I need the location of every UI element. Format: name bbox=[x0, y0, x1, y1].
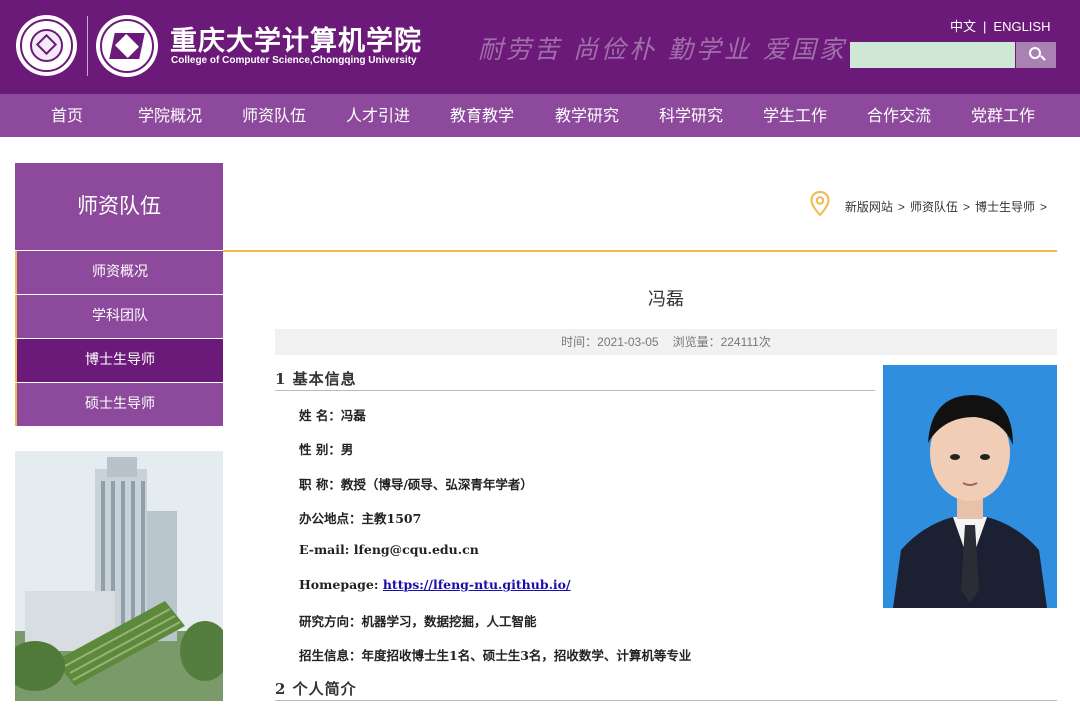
info-row-office: 办公地点：主教1507 bbox=[299, 508, 421, 527]
sidebar-item-overview[interactable]: 师资概况 bbox=[15, 251, 223, 294]
section-heading-profile: 2 个人简介 bbox=[275, 680, 357, 698]
nav-item-talent[interactable]: 人才引进 bbox=[333, 94, 423, 137]
breadcrumb-separator: > bbox=[897, 200, 905, 214]
college-name-cn: 重庆大学计算机学院 bbox=[170, 26, 422, 57]
breadcrumb-home[interactable]: 新版网站 bbox=[845, 200, 893, 214]
sidebar-title: 师资队伍 bbox=[15, 163, 223, 250]
section-underline bbox=[275, 390, 875, 391]
email-label: E-mail: bbox=[299, 542, 354, 557]
main-nav: 首页 学院概况 师资队伍 人才引进 教育教学 教学研究 科学研究 学生工作 合作… bbox=[0, 94, 1080, 137]
research-label: 研究方向： bbox=[299, 614, 362, 629]
info-row-recruit: 招生信息：年度招收博士生1名、硕士生3名，招收数学、计算机等专业 bbox=[299, 645, 691, 664]
info-row-name: 姓 名：冯磊 bbox=[299, 405, 366, 424]
recruit-label: 招生信息： bbox=[299, 648, 362, 663]
gender-label: 性 别： bbox=[299, 442, 341, 457]
name-value: 冯磊 bbox=[340, 408, 366, 423]
sidebar-item-master-supervisors[interactable]: 硕士生导师 bbox=[15, 383, 223, 426]
lang-en-link[interactable]: ENGLISH bbox=[993, 19, 1050, 34]
university-logo[interactable] bbox=[16, 15, 77, 76]
nav-item-students[interactable]: 学生工作 bbox=[750, 94, 840, 137]
sidebar-item-phd-supervisors[interactable]: 博士生导师 bbox=[15, 339, 223, 382]
section-heading-basic-info: 1 基本信息 bbox=[275, 370, 357, 388]
nav-item-home[interactable]: 首页 bbox=[22, 94, 112, 137]
content-divider bbox=[223, 250, 1057, 252]
name-label: 姓 名： bbox=[299, 408, 341, 423]
title-label: 职 称： bbox=[299, 477, 341, 492]
search-input[interactable] bbox=[850, 42, 1015, 68]
lang-separator: | bbox=[983, 19, 987, 34]
nav-item-cooperation[interactable]: 合作交流 bbox=[854, 94, 944, 137]
sidebar-item-teams[interactable]: 学科团队 bbox=[15, 295, 223, 338]
info-row-gender: 性 别：男 bbox=[299, 439, 353, 458]
view-count: 浏览量：224111次 bbox=[672, 335, 771, 349]
nav-item-research[interactable]: 科学研究 bbox=[646, 94, 736, 137]
search-button[interactable] bbox=[1016, 42, 1056, 68]
breadcrumb-separator: > bbox=[962, 200, 970, 214]
publish-time: 时间：2021-03-05 bbox=[561, 335, 659, 349]
article-meta: 时间：2021-03-05 浏览量：224111次 bbox=[275, 329, 1057, 355]
info-row-email: E-mail: lfeng@cqu.edu.cn bbox=[299, 542, 479, 557]
location-pin-icon bbox=[810, 190, 830, 221]
nav-item-faculty[interactable]: 师资队伍 bbox=[229, 94, 319, 137]
college-name-en: College of Computer Science,Chongqing Un… bbox=[171, 55, 417, 66]
office-label: 办公地点： bbox=[299, 511, 362, 526]
nav-item-party[interactable]: 党群工作 bbox=[958, 94, 1048, 137]
nav-item-about[interactable]: 学院概况 bbox=[125, 94, 215, 137]
breadcrumb-separator: > bbox=[1039, 200, 1047, 214]
homepage-link[interactable]: https://lfeng-ntu.github.io/ bbox=[383, 577, 571, 592]
breadcrumb: 新版网站 > 师资队伍 > 博士生导师 > bbox=[845, 198, 1052, 215]
lang-zh-link[interactable]: 中文 bbox=[950, 19, 976, 34]
title-value: 教授（博导/硕导、弘深青年学者） bbox=[340, 477, 533, 492]
portrait-photo bbox=[883, 365, 1057, 608]
info-row-title: 职 称：教授（博导/硕导、弘深青年学者） bbox=[299, 474, 533, 493]
homepage-label: Homepage: bbox=[299, 577, 383, 592]
university-motto: 耐劳苦 尚俭朴 勤学业 爱国家 bbox=[478, 35, 847, 64]
section-underline bbox=[275, 700, 1057, 701]
gender-value: 男 bbox=[340, 442, 354, 457]
nav-item-education[interactable]: 教育教学 bbox=[437, 94, 527, 137]
campus-building-image bbox=[15, 451, 223, 701]
breadcrumb-phd[interactable]: 博士生导师 bbox=[975, 200, 1035, 214]
email-value: lfeng@cqu.edu.cn bbox=[353, 542, 479, 557]
language-switch: 中文 | ENGLISH bbox=[950, 16, 1050, 35]
breadcrumb-faculty[interactable]: 师资队伍 bbox=[910, 200, 958, 214]
header-divider bbox=[87, 16, 88, 76]
info-row-homepage: Homepage: https://lfeng-ntu.github.io/ bbox=[299, 577, 571, 592]
nav-item-teaching-research[interactable]: 教学研究 bbox=[542, 94, 632, 137]
college-logo[interactable] bbox=[96, 15, 158, 77]
recruit-value: 年度招收博士生1名、硕士生3名，招收数学、计算机等专业 bbox=[361, 648, 692, 663]
info-row-research: 研究方向：机器学习，数据挖掘，人工智能 bbox=[299, 611, 537, 630]
research-value: 机器学习，数据挖掘，人工智能 bbox=[361, 614, 537, 629]
page-title: 冯磊 bbox=[648, 289, 684, 310]
office-value: 主教1507 bbox=[361, 511, 422, 526]
site-header: 重庆大学计算机学院 College of Computer Science,Ch… bbox=[0, 0, 1080, 94]
